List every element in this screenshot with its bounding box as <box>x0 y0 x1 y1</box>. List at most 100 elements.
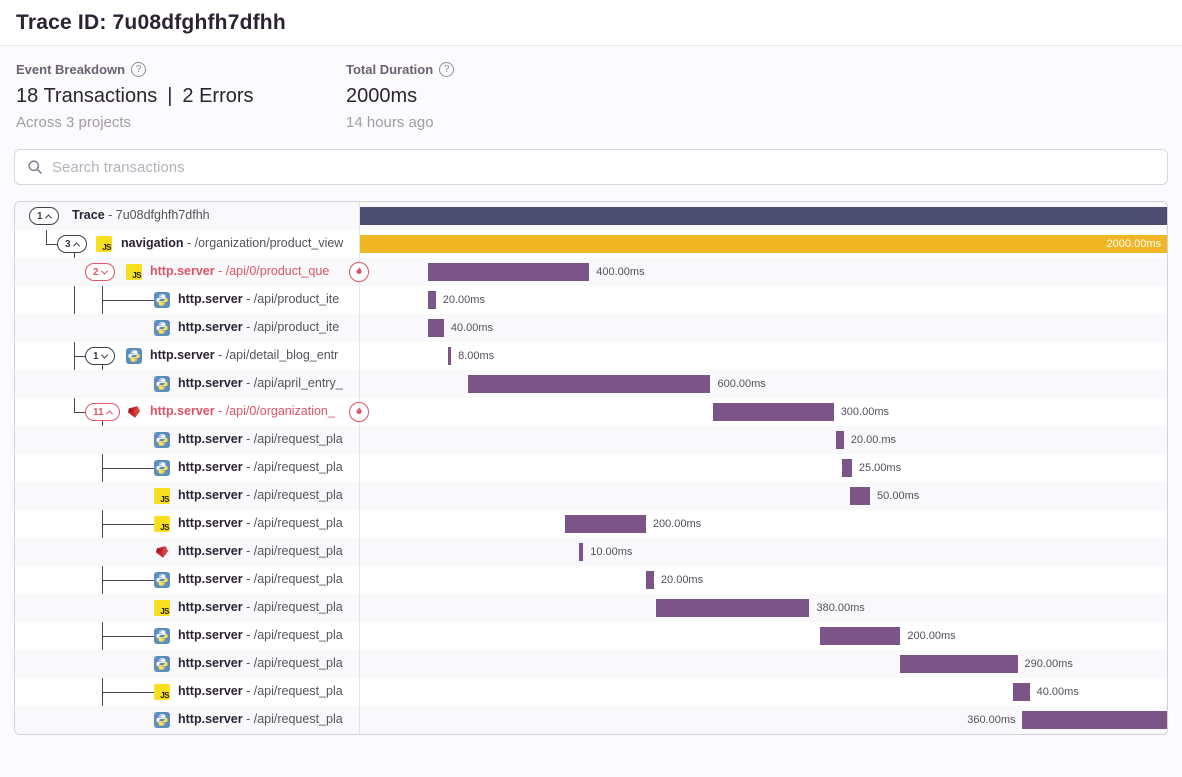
search-input[interactable] <box>52 159 1155 176</box>
span-row[interactable]: 3 JS navigation - /organization/product_vi… <box>15 230 1167 258</box>
duration-bar[interactable] <box>820 627 901 645</box>
help-icon[interactable]: ? <box>131 62 146 77</box>
chevron-up-icon <box>45 214 52 221</box>
javascript-icon: JS <box>154 684 170 700</box>
span-row[interactable]: http.server - /api/request_pla290.00ms <box>15 650 1167 678</box>
duration-label: 20.00ms <box>443 294 485 306</box>
javascript-icon: JS <box>126 264 142 280</box>
chevron-up-icon <box>73 242 80 249</box>
duration-bar[interactable] <box>850 487 870 505</box>
event-breakdown-label: Event Breakdown <box>16 62 125 77</box>
javascript-icon: JS <box>96 236 112 252</box>
duration-label: 40.00ms <box>1037 686 1079 698</box>
span-row[interactable]: http.server - /api/request_pla20.00ms <box>15 566 1167 594</box>
span-row[interactable]: http.server - /api/request_pla20.00.ms <box>15 426 1167 454</box>
span-row[interactable]: http.server - /api/request_pla200.00ms <box>15 622 1167 650</box>
python-icon <box>154 320 170 336</box>
span-label: http.server - /api/request_pla <box>178 656 343 670</box>
span-row[interactable]: JS http.server - /api/request_pla 40.00ms <box>15 678 1167 706</box>
duration-bar[interactable] <box>713 403 834 421</box>
span-label: http.server - /api/request_pla <box>178 460 343 474</box>
duration-bar[interactable] <box>1013 683 1029 701</box>
total-duration-label: Total Duration <box>346 62 433 77</box>
span-label: http.server - /api/april_entry_ <box>178 376 343 390</box>
duration-bar[interactable] <box>468 375 710 393</box>
trace-age: 14 hours ago <box>346 114 676 131</box>
duration-bar[interactable] <box>359 207 1167 225</box>
duration-label: 400.00ms <box>596 266 644 278</box>
duration-label: 8.00ms <box>458 350 494 362</box>
span-row[interactable]: JShttp.server - /api/request_pla380.00ms <box>15 594 1167 622</box>
duration-label: 600.00ms <box>717 378 765 390</box>
javascript-icon: JS <box>154 516 170 532</box>
span-label: http.server - /api/detail_blog_entr <box>150 348 338 362</box>
ruby-icon <box>126 404 142 420</box>
span-row[interactable]: http.server - /api/product_ite 20.00ms <box>15 286 1167 314</box>
duration-bar[interactable] <box>359 235 1167 253</box>
duration-bar[interactable] <box>428 291 436 309</box>
chevron-up-icon <box>106 410 113 417</box>
span-row[interactable]: http.server - /api/product_ite40.00ms <box>15 314 1167 342</box>
error-fire-icon[interactable] <box>349 402 369 422</box>
expand-pill[interactable]: 1 <box>85 347 115 365</box>
trace-row[interactable]: 1 Trace - 7u08dfghfh7dfhh <box>15 202 1167 230</box>
duration-label: 200.00ms <box>653 518 701 530</box>
page-header: Trace ID: 7u08dfghfh7dfhh <box>0 0 1182 46</box>
page-title: Trace ID: 7u08dfghfh7dfhh <box>16 11 286 35</box>
span-row[interactable]: 11 http.server - /api/0/organization_ 300.… <box>15 398 1167 426</box>
span-row[interactable]: http.server - /api/april_entry_ 600.00ms <box>15 370 1167 398</box>
duration-bar[interactable] <box>579 543 583 561</box>
duration-label: 360.00ms <box>967 714 1015 726</box>
span-label: http.server - /api/product_ite <box>178 320 339 334</box>
span-label: navigation - /organization/product_view <box>121 236 343 250</box>
duration-label: 380.00ms <box>816 602 864 614</box>
span-row[interactable]: http.server - /api/request_pla25.00ms <box>15 454 1167 482</box>
projects-subtext: Across 3 projects <box>16 114 346 131</box>
ruby-icon <box>154 544 170 560</box>
expand-pill[interactable]: 1 <box>29 207 59 225</box>
span-row[interactable]: http.server - /api/request_pla10.00ms <box>15 538 1167 566</box>
javascript-icon: JS <box>154 488 170 504</box>
search-icon <box>27 159 43 175</box>
duration-bar[interactable] <box>900 655 1017 673</box>
duration-bar[interactable] <box>656 599 810 617</box>
span-row[interactable]: http.server - /api/request_pla 360.00ms <box>15 706 1167 734</box>
span-label: http.server - /api/request_pla <box>178 712 343 726</box>
span-label: http.server - /api/request_pla <box>178 488 343 502</box>
span-label: http.server - /api/0/organization_ <box>150 404 335 418</box>
span-row[interactable]: JShttp.server - /api/request_pla200.00ms <box>15 510 1167 538</box>
python-icon <box>154 712 170 728</box>
duration-bar[interactable] <box>1022 711 1167 729</box>
duration-bar[interactable] <box>565 515 646 533</box>
duration-bar[interactable] <box>428 263 590 281</box>
expand-pill[interactable]: 11 <box>85 403 120 421</box>
help-icon[interactable]: ? <box>439 62 454 77</box>
duration-bar[interactable] <box>428 319 444 337</box>
span-row[interactable]: 1 http.server - /api/detail_blog_entr 8.00… <box>15 342 1167 370</box>
span-label: http.server - /api/request_pla <box>178 684 343 698</box>
duration-bar[interactable] <box>836 431 844 449</box>
expand-pill[interactable]: 2 <box>85 263 115 281</box>
python-icon <box>154 432 170 448</box>
duration-bar[interactable] <box>842 459 852 477</box>
value-separator: | <box>167 85 172 108</box>
chevron-down-icon <box>101 351 108 358</box>
span-label: http.server - /api/product_ite <box>178 292 339 306</box>
duration-label: 300.00ms <box>841 406 889 418</box>
duration-bar[interactable] <box>646 571 654 589</box>
search-bar[interactable] <box>14 149 1168 185</box>
trace-waterfall-panel: 1 Trace - 7u08dfghfh7dfhh 3 JS navigation - … <box>14 201 1168 735</box>
span-row[interactable]: JS http.server - /api/request_pla 50.00ms <box>15 482 1167 510</box>
span-label: Trace - 7u08dfghfh7dfhh <box>72 208 210 222</box>
duration-label: 50.00ms <box>877 490 919 502</box>
span-label: http.server - /api/0/product_que <box>150 264 329 278</box>
python-icon <box>154 292 170 308</box>
python-icon <box>154 572 170 588</box>
duration-bar[interactable] <box>448 347 451 365</box>
span-row[interactable]: 2 JS http.server - /api/0/product_que 400.0… <box>15 258 1167 286</box>
error-fire-icon[interactable] <box>349 262 369 282</box>
expand-pill[interactable]: 3 <box>57 235 87 253</box>
trace-summary: Event Breakdown ? 18 Transactions | 2 Er… <box>0 46 1182 131</box>
total-duration-section: Total Duration ? 2000ms 14 hours ago <box>346 62 676 131</box>
span-label: http.server - /api/request_pla <box>178 544 343 558</box>
